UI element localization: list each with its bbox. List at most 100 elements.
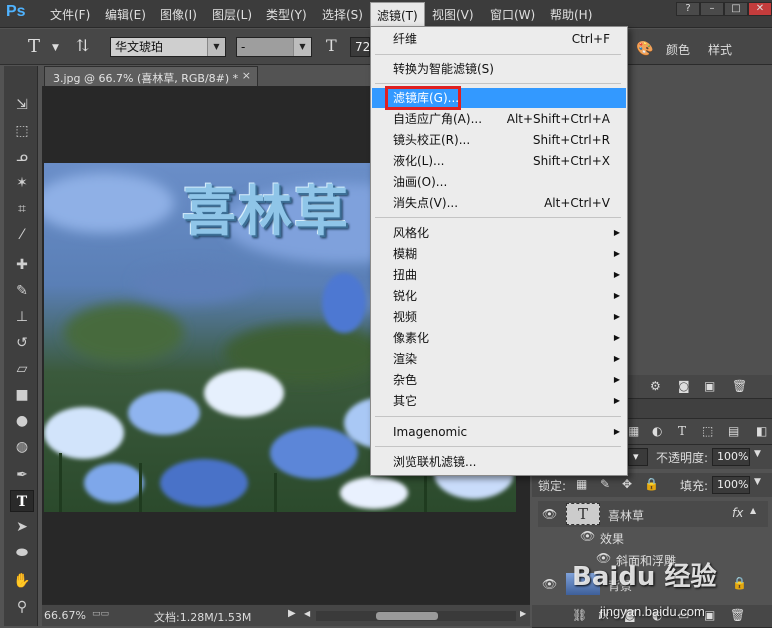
blend-mode-select[interactable]: ▾ (628, 448, 648, 466)
ellipse-tool-icon[interactable]: ⬬ (10, 542, 34, 564)
new-layer-icon[interactable]: ▣ (704, 608, 715, 622)
submenu-arrow-icon: ▶ (613, 291, 620, 300)
menu-item-oil-paint[interactable]: 油画(O)... (372, 172, 626, 192)
close-icon[interactable]: × (242, 69, 251, 82)
menu-item-render[interactable]: 渲染 ▶ (372, 349, 626, 369)
menu-item-other[interactable]: 其它 ▶ (372, 391, 626, 411)
eraser-tool-icon[interactable]: ▱ (10, 358, 34, 380)
crop-tool-icon[interactable]: ⌗ (10, 198, 34, 220)
type-tool-icon[interactable]: T (10, 490, 34, 512)
lock-transparent-icon[interactable]: ▦ (576, 477, 587, 491)
path-selection-tool-icon[interactable]: ➤ (10, 516, 34, 538)
brush-tool-icon[interactable]: ✎ (10, 280, 34, 302)
lock-move-icon[interactable]: ✥ (622, 477, 632, 491)
menu-item-sharpen[interactable]: 锐化 ▶ (372, 286, 626, 306)
hand-tool-icon[interactable]: ✋ (10, 570, 34, 592)
expand-effects-icon[interactable]: ▲ (750, 506, 756, 515)
menu-item-convert-smart-filter[interactable]: 转换为智能滤镜(S) (372, 59, 626, 79)
minimize-icon[interactable]: – (700, 2, 724, 16)
close-icon[interactable]: ✕ (748, 2, 772, 16)
effects-eye-icon[interactable]: 👁 (580, 529, 595, 543)
menu-item-noise[interactable]: 杂色 ▶ (372, 370, 626, 390)
history-brush-tool-icon[interactable]: ↺ (10, 332, 34, 354)
menu-item-adaptive-wide-angle[interactable]: 自适应广角(A)... Alt+Shift+Ctrl+A (372, 109, 626, 129)
chevron-down-icon[interactable]: ▼ (754, 449, 761, 459)
scroll-right-icon[interactable]: ▶ (520, 609, 526, 618)
menu-filter[interactable]: 滤镜(T) (370, 2, 425, 26)
menu-view[interactable]: 视图(V) (432, 6, 474, 23)
menu-layer[interactable]: 图层(L) (212, 6, 252, 23)
document-tab[interactable]: 3.jpg @ 66.7% (喜林草, RGB/8#) * × (44, 66, 258, 86)
adjustment-icon[interactable]: ⚙ (650, 379, 661, 393)
status-menu-arrow-icon[interactable]: ▶ (288, 608, 296, 619)
maximize-icon[interactable]: □ (724, 2, 748, 16)
dodge-tool-icon[interactable]: ◍ (10, 436, 34, 458)
magic-wand-tool-icon[interactable]: ✶ (10, 172, 34, 194)
filter-toggle-icon[interactable]: ◧ (756, 424, 767, 438)
layer-name-text[interactable]: 喜林草 (608, 507, 644, 524)
menu-item-blur[interactable]: 模糊 ▶ (372, 244, 626, 264)
font-style-select[interactable]: - ▼ (236, 37, 312, 57)
menu-item-vanishing-point[interactable]: 消失点(V)... Alt+Ctrl+V (372, 193, 626, 213)
gradient-tool-icon[interactable]: ■ (10, 384, 34, 406)
tool-preset-chevron-icon[interactable]: ▼ (52, 43, 59, 53)
marquee-tool-icon[interactable]: ⬚ (10, 120, 34, 142)
fx-icon[interactable]: fx (732, 506, 743, 520)
palette-icon[interactable]: 🎨 (636, 41, 653, 57)
link-icon[interactable]: ⛓ (572, 608, 587, 622)
zoom-tool-icon[interactable]: ⚲ (10, 596, 34, 618)
filter-smart-icon[interactable]: ▤ (728, 424, 739, 438)
pen-tool-icon[interactable]: ✒ (10, 464, 34, 486)
filter-pixel-icon[interactable]: ▦ (628, 424, 639, 438)
scroll-left-icon[interactable]: ◀ (304, 609, 310, 618)
opacity-field[interactable]: 100% (712, 448, 750, 466)
filter-shape-icon[interactable]: ⬚ (702, 424, 713, 438)
lock-paint-icon[interactable]: ✎ (600, 477, 610, 491)
menu-file[interactable]: 文件(F) (50, 6, 90, 23)
font-family-select[interactable]: 华文琥珀 ▼ (110, 37, 226, 57)
help-icon[interactable]: ? (676, 2, 700, 16)
healing-brush-tool-icon[interactable]: ✚ (10, 254, 34, 276)
menu-item-video[interactable]: 视频 ▶ (372, 307, 626, 327)
tab-styles[interactable]: 样式 (708, 41, 732, 58)
menu-item-browse-online-filters[interactable]: 浏览联机滤镜... (372, 452, 626, 472)
filter-type-icon[interactable]: T (678, 424, 686, 438)
blur-tool-icon[interactable]: ● (10, 410, 34, 432)
filter-adjust-icon[interactable]: ◐ (652, 424, 662, 438)
font-size-field[interactable]: 72 (350, 37, 370, 57)
trash-icon[interactable]: 🗑 (732, 379, 747, 393)
new-icon[interactable]: ▣ (704, 379, 715, 393)
menu-item-pixelate[interactable]: 像素化 ▶ (372, 328, 626, 348)
menu-help[interactable]: 帮助(H) (550, 6, 592, 23)
menu-edit[interactable]: 编辑(E) (105, 6, 146, 23)
eyedropper-tool-icon[interactable]: ⁄ (10, 224, 34, 246)
menu-type[interactable]: 类型(Y) (266, 6, 307, 23)
menu-item-fibers[interactable]: 纤维 Ctrl+F (372, 29, 626, 49)
trash-icon[interactable]: 🗑 (730, 608, 745, 622)
lasso-tool-icon[interactable]: ᓄ (10, 146, 34, 168)
mask-icon[interactable]: ◙ (678, 379, 690, 393)
menu-window[interactable]: 窗口(W) (490, 6, 535, 23)
visibility-eye-icon[interactable]: 👁 (542, 577, 557, 591)
menu-image[interactable]: 图像(I) (160, 6, 197, 23)
menu-item-liquify[interactable]: 液化(L)... Shift+Ctrl+X (372, 151, 626, 171)
menu-select[interactable]: 选择(S) (322, 6, 363, 23)
menu-item-lens-correction[interactable]: 镜头校正(R)... Shift+Ctrl+R (372, 130, 626, 150)
clone-stamp-tool-icon[interactable]: ⊥ (10, 306, 34, 328)
chevron-down-icon: ▼ (293, 38, 311, 56)
chevron-down-icon[interactable]: ▼ (754, 477, 761, 487)
horizontal-scrollbar[interactable] (316, 611, 516, 621)
scrollbar-thumb[interactable] (376, 612, 438, 620)
type-tool-icon[interactable]: T (28, 36, 40, 57)
menu-item-distort[interactable]: 扭曲 ▶ (372, 265, 626, 285)
menu-item-imagenomic[interactable]: Imagenomic ▶ (372, 422, 626, 442)
toggle-orientation-icon[interactable]: ⇅ (76, 36, 89, 55)
tab-color[interactable]: 颜色 (666, 41, 690, 58)
zoom-level[interactable]: 66.67% (44, 609, 86, 622)
fill-field[interactable]: 100% (712, 476, 750, 494)
lock-all-icon[interactable]: 🔒 (644, 477, 659, 491)
visibility-eye-icon[interactable]: 👁 (542, 507, 557, 521)
menu-item-stylize[interactable]: 风格化 ▶ (372, 223, 626, 243)
layer-row-text[interactable]: 👁 T 喜林草 fx ▲ (538, 501, 768, 527)
move-tool-icon[interactable]: ⇲ (10, 94, 34, 116)
